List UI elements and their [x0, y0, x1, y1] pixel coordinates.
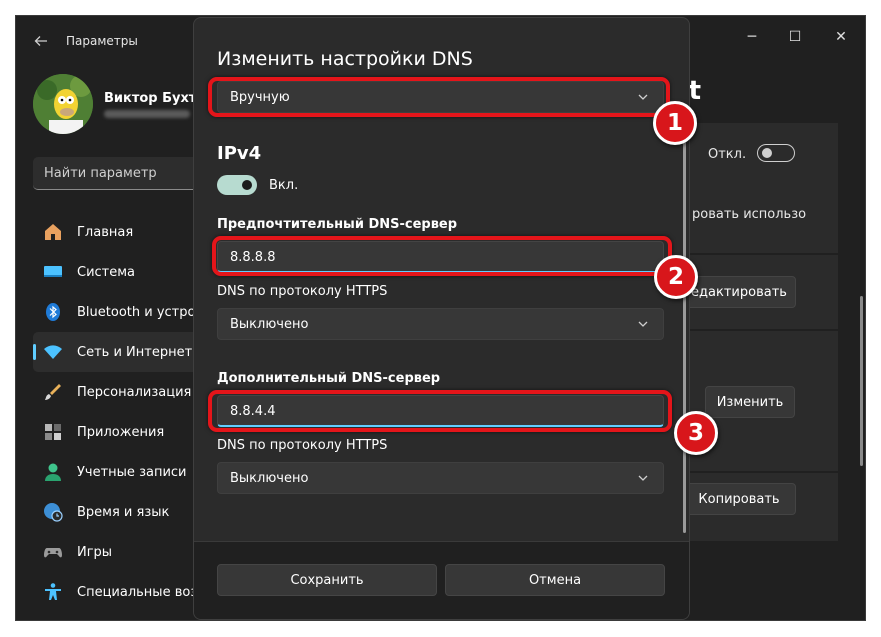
annotation-badge-1: 1: [653, 101, 697, 145]
brush-icon: [43, 382, 63, 402]
sidebar-item-label: Bluetooth и устрой: [77, 304, 204, 320]
https-label-2: DNS по протоколу HTTPS: [217, 438, 388, 453]
apps-icon: [43, 422, 63, 442]
sidebar-item-label: Персонализация: [77, 384, 192, 400]
toggle-state-label: Откл.: [708, 147, 747, 162]
maximize-button[interactable]: ☐: [782, 24, 808, 50]
accessibility-icon: [43, 582, 63, 602]
annotation-highlight-1: [208, 77, 670, 117]
globe-clock-icon: [43, 502, 63, 522]
user-email-blurred: [104, 110, 190, 118]
copy-button[interactable]: Копировать: [682, 483, 796, 515]
sidebar-item-label: Главная: [77, 224, 134, 240]
ipv4-toggle-label: Вкл.: [269, 178, 299, 193]
sidebar-item-label: Время и язык: [77, 504, 170, 520]
scrollbar[interactable]: [860, 296, 863, 466]
cancel-button[interactable]: Отмена: [445, 564, 665, 596]
dialog-footer: Сохранить Отмена: [194, 541, 689, 619]
https-select-2-value: Выключено: [230, 470, 309, 486]
chevron-down-icon: [638, 475, 648, 481]
https-select-1-value: Выключено: [230, 316, 309, 332]
dialog-title: Изменить настройки DNS: [217, 48, 473, 70]
https-select-1[interactable]: Выключено: [217, 308, 664, 340]
save-button[interactable]: Сохранить: [217, 564, 437, 596]
annotation-highlight-3: [208, 390, 672, 432]
alternate-dns-label: Дополнительный DNS-сервер: [217, 371, 441, 386]
ipv4-toggle[interactable]: [217, 175, 257, 195]
back-arrow-icon[interactable]: [34, 34, 48, 48]
home-icon: [43, 222, 63, 242]
system-icon: [43, 262, 63, 282]
app-title: Параметры: [66, 34, 138, 48]
toggle-switch[interactable]: [757, 144, 795, 162]
annotation-badge-2: 2: [654, 255, 698, 299]
account-icon: [43, 462, 63, 482]
sidebar-item-label: Система: [77, 264, 136, 280]
annotation-highlight-2: [212, 236, 672, 276]
annotation-badge-3: 3: [674, 411, 718, 455]
sidebar-item-label: Приложения: [77, 424, 165, 440]
chevron-down-icon: [638, 321, 648, 327]
edit-button[interactable]: едактировать: [682, 276, 796, 308]
search-placeholder: Найти параметр: [44, 166, 157, 181]
ipv4-heading: IPv4: [217, 143, 262, 164]
user-name: Виктор Бухте: [104, 91, 206, 106]
sidebar-item-label: Сеть и Интернет: [77, 344, 193, 360]
bluetooth-icon: [43, 302, 63, 322]
background-text: ровать использо: [692, 207, 807, 222]
gamepad-icon: [43, 542, 63, 562]
https-select-2[interactable]: Выключено: [217, 462, 664, 494]
dialog-scrollbar[interactable]: [683, 118, 686, 533]
change-button[interactable]: Изменить: [705, 386, 795, 418]
minimize-button[interactable]: ─: [739, 24, 765, 50]
https-label-1: DNS по протоколу HTTPS: [217, 284, 388, 299]
preferred-dns-label: Предпочтительный DNS-сервер: [217, 217, 458, 232]
sidebar-item-label: Специальные возм: [77, 584, 208, 600]
avatar-image: [33, 74, 93, 134]
avatar: [33, 74, 93, 134]
close-button[interactable]: ✕: [828, 24, 854, 50]
sidebar-item-label: Игры: [77, 544, 113, 560]
sidebar-item-label: Учетные записи: [77, 464, 187, 480]
wifi-icon: [43, 342, 63, 362]
